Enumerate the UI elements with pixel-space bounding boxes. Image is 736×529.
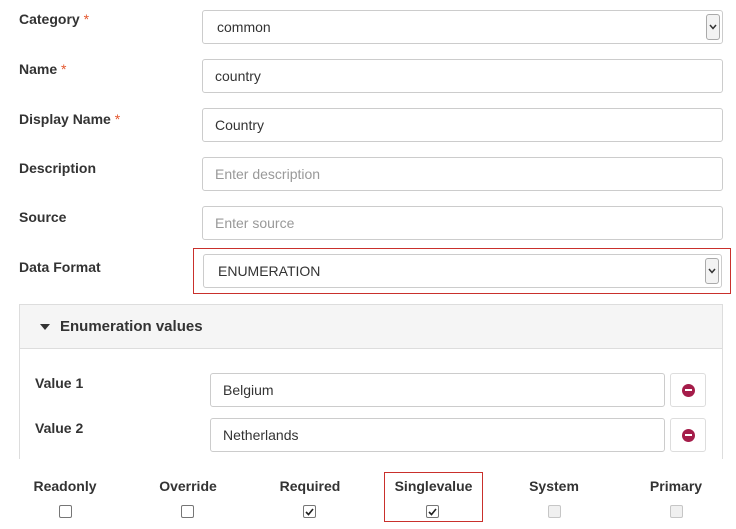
readonly-label: Readonly <box>33 478 97 494</box>
override-checkbox[interactable] <box>181 505 194 518</box>
minus-circle-icon <box>681 383 695 397</box>
required-mark: * <box>83 11 90 27</box>
system-checkbox <box>548 505 561 518</box>
primary-label: Primary <box>649 478 703 494</box>
description-input[interactable] <box>202 157 723 191</box>
required-label: Required <box>279 478 341 494</box>
flags-background <box>0 459 736 529</box>
readonly-checkbox[interactable] <box>59 505 72 518</box>
enum-value-input[interactable] <box>210 418 665 452</box>
data-format-select[interactable]: ENUMERATION <box>203 254 722 288</box>
required-mark: * <box>61 61 67 77</box>
display-name-label: Display Name * <box>19 111 120 127</box>
name-label: Name * <box>19 61 66 77</box>
chevron-down-icon <box>705 258 719 284</box>
remove-value-button[interactable] <box>670 418 706 452</box>
override-label: Override <box>159 478 217 494</box>
enum-value-label: Value 2 <box>35 420 84 436</box>
category-label: Category * <box>19 11 89 27</box>
category-label-text: Category <box>19 11 80 27</box>
source-input[interactable] <box>202 206 723 240</box>
category-select-value: common <box>217 19 271 35</box>
enumeration-panel-header[interactable]: Enumeration values <box>20 305 722 349</box>
data-format-select-value: ENUMERATION <box>218 263 321 279</box>
required-mark: * <box>114 111 121 127</box>
minus-circle-icon <box>681 428 695 442</box>
display-name-input[interactable] <box>202 108 723 142</box>
remove-value-button[interactable] <box>670 373 706 407</box>
description-label: Description <box>19 160 97 176</box>
category-select[interactable]: common <box>202 10 723 44</box>
enumeration-panel-title: Enumeration values <box>60 318 203 335</box>
enum-value-input[interactable] <box>210 373 665 407</box>
name-label-text: Name <box>19 61 58 77</box>
source-label: Source <box>19 209 67 225</box>
data-format-label: Data Format <box>19 259 101 275</box>
chevron-down-icon <box>706 14 720 40</box>
checkmark-icon <box>428 507 437 516</box>
required-checkbox[interactable] <box>303 505 316 518</box>
singlevalue-checkbox[interactable] <box>426 505 439 518</box>
singlevalue-label: Singlevalue <box>394 478 473 494</box>
enum-value-label: Value 1 <box>35 375 84 391</box>
system-label: System <box>529 478 579 494</box>
caret-down-icon <box>40 323 50 330</box>
name-input[interactable] <box>202 59 723 93</box>
checkmark-icon <box>305 507 314 516</box>
primary-checkbox <box>670 505 683 518</box>
display-name-label-text: Display Name <box>19 111 111 127</box>
